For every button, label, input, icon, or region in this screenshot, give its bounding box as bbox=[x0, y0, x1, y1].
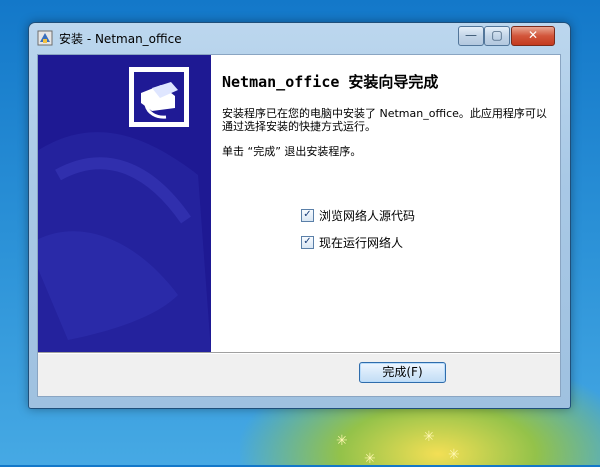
checkbox-run-now[interactable]: ✓ bbox=[301, 236, 314, 249]
flower-icon: ✳ bbox=[336, 433, 348, 449]
wizard-client-area: Netman_office 安装向导完成 安装程序已在您的电脑中安装了 Netm… bbox=[37, 54, 561, 397]
maximize-icon: ▢ bbox=[491, 28, 503, 42]
minimize-button[interactable]: — bbox=[458, 26, 484, 46]
wizard-description: 安装程序已在您的电脑中安装了 Netman_office。此应用程序可以通过选择… bbox=[222, 107, 547, 133]
separator-highlight bbox=[38, 353, 560, 354]
finish-button-label: 完成(F) bbox=[382, 365, 423, 379]
wizard-instruction: 单击 “完成” 退出安装程序。 bbox=[222, 145, 362, 158]
window-title: 安装 - Netman_office bbox=[59, 32, 182, 46]
title-bar[interactable]: 安装 - Netman_office — ▢ ✕ bbox=[29, 23, 570, 53]
wizard-heading: Netman_office 安装向导完成 bbox=[222, 73, 439, 91]
close-icon: ✕ bbox=[527, 28, 539, 42]
option-run-now[interactable]: ✓ 现在运行网络人 bbox=[301, 234, 403, 251]
installer-window: 安装 - Netman_office — ▢ ✕ Netman_office 安… bbox=[28, 22, 571, 409]
flower-icon: ✳ bbox=[364, 451, 376, 467]
close-button[interactable]: ✕ bbox=[511, 26, 555, 46]
checkbox-browse-source[interactable]: ✓ bbox=[301, 209, 314, 222]
finish-button[interactable]: 完成(F) bbox=[359, 362, 446, 383]
wizard-side-banner bbox=[38, 55, 211, 352]
flower-icon: ✳ bbox=[448, 447, 460, 463]
banner-artwork bbox=[38, 55, 211, 352]
option-browse-source-label: 浏览网络人源代码 bbox=[319, 209, 416, 223]
wizard-content-panel: Netman_office 安装向导完成 安装程序已在您的电脑中安装了 Netm… bbox=[211, 55, 560, 352]
minimize-icon: — bbox=[465, 28, 477, 42]
maximize-button[interactable]: ▢ bbox=[484, 26, 510, 46]
option-run-now-label: 现在运行网络人 bbox=[319, 236, 404, 250]
flower-icon: ✳ bbox=[423, 429, 435, 445]
option-browse-source[interactable]: ✓ 浏览网络人源代码 bbox=[301, 207, 415, 224]
installer-app-icon bbox=[37, 30, 53, 46]
